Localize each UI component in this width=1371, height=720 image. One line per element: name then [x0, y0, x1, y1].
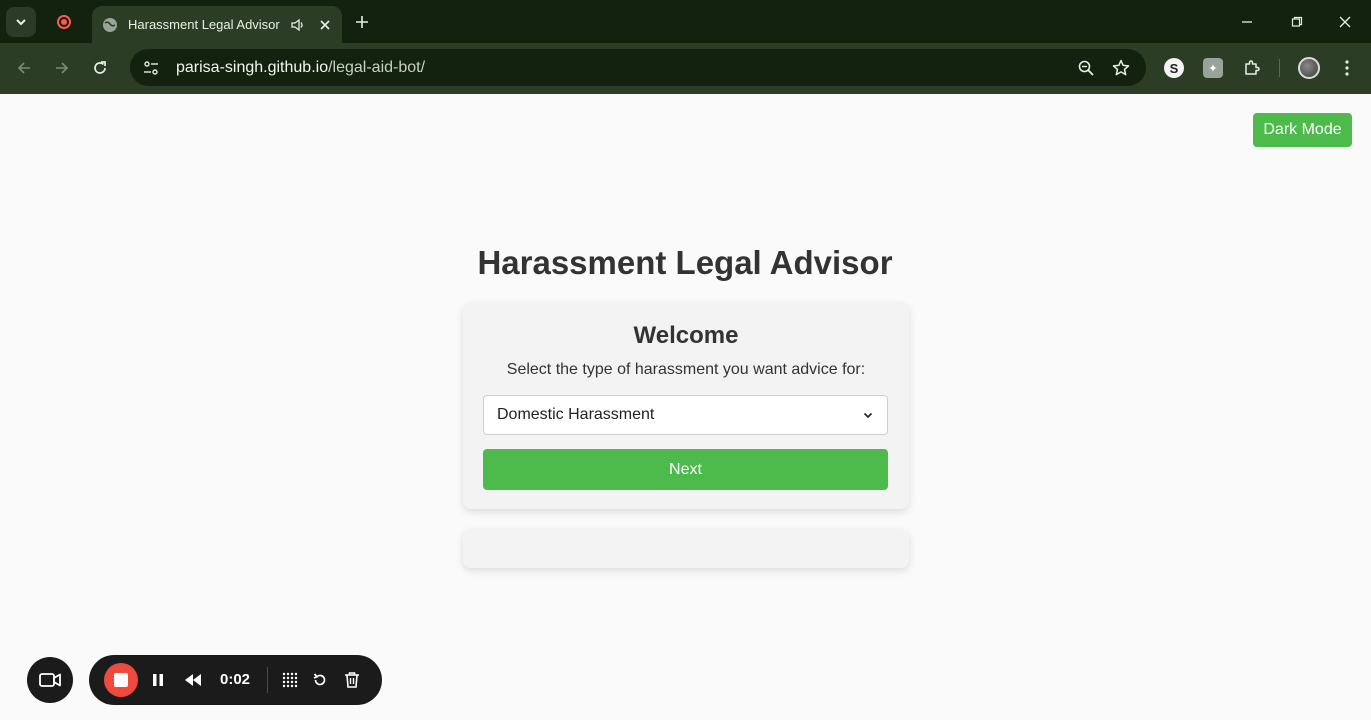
restore-icon: [1291, 16, 1303, 27]
select-value: Domestic Harassment: [497, 406, 655, 423]
arrow-left-icon: [17, 62, 30, 74]
plus-icon: [356, 16, 368, 28]
grid-button[interactable]: [278, 668, 302, 692]
harassment-type-prompt: Select the type of harassment you want a…: [506, 361, 866, 378]
forward-button[interactable]: [47, 53, 77, 83]
extension-s-button[interactable]: S: [1159, 53, 1189, 83]
minimize-icon: [1242, 20, 1252, 23]
new-tab-button[interactable]: [348, 8, 376, 36]
tab-search-button[interactable]: [6, 7, 36, 37]
bookmark-star-icon[interactable]: [1106, 53, 1136, 83]
globe-icon: [103, 17, 117, 32]
extension-s-icon: S: [1164, 58, 1184, 78]
rewind-icon: [185, 674, 201, 686]
rewind-button[interactable]: [181, 668, 205, 692]
page-title: Harassment Legal Advisor: [477, 244, 893, 281]
avatar: [1298, 57, 1320, 79]
recording-timer: 0:02: [220, 671, 251, 688]
recording-controls: 0:02: [89, 655, 382, 705]
minimize-button[interactable]: [1224, 0, 1270, 43]
trash-icon: [345, 672, 359, 688]
profile-button[interactable]: [1294, 53, 1324, 83]
video-camera-icon: [39, 673, 61, 687]
delete-recording-button[interactable]: [340, 668, 364, 692]
active-tab[interactable]: Harassment Legal Advisor: [92, 6, 342, 43]
response-card: [463, 529, 909, 568]
card-heading: Welcome: [633, 322, 739, 349]
url-text: parisa-singh.github.io/legal-aid-bot/: [176, 59, 1066, 77]
close-icon: [1339, 16, 1351, 27]
kebab-menu-icon: [1345, 60, 1349, 76]
url-host: parisa-singh.github.io: [176, 58, 329, 76]
close-window-button[interactable]: [1322, 0, 1368, 43]
pause-icon: [153, 674, 163, 686]
reload-icon: [94, 61, 106, 74]
site-info-icon[interactable]: [140, 57, 162, 79]
pause-button[interactable]: [146, 668, 170, 692]
browser-toolbar: parisa-singh.github.io/legal-aid-bot/ S …: [0, 43, 1371, 94]
next-button[interactable]: Next: [483, 449, 888, 490]
harassment-type-select[interactable]: Domestic Harassment: [483, 395, 888, 435]
restart-icon: [313, 673, 326, 686]
tab-title: Harassment Legal Advisor: [128, 17, 280, 32]
address-bar[interactable]: parisa-singh.github.io/legal-aid-bot/: [130, 49, 1146, 86]
recorder-divider: [267, 667, 268, 693]
stop-recording-button[interactable]: [104, 663, 138, 697]
speaker-icon[interactable]: [290, 17, 306, 33]
reload-button[interactable]: [85, 53, 115, 83]
camera-button[interactable]: [27, 657, 73, 703]
welcome-card: Welcome Select the type of harassment yo…: [463, 302, 909, 509]
dark-mode-button[interactable]: Dark Mode: [1253, 113, 1352, 147]
chevron-down-icon: [16, 19, 26, 26]
arrow-right-icon: [56, 62, 69, 74]
tab-strip: Harassment Legal Advisor: [0, 0, 1371, 43]
url-path: /legal-aid-bot/: [328, 58, 426, 76]
extensions-button[interactable]: [1237, 53, 1267, 83]
extension-k-icon: ✦: [1203, 58, 1223, 78]
extension-k-button[interactable]: ✦: [1198, 53, 1228, 83]
restart-button[interactable]: [308, 668, 332, 692]
back-button[interactable]: [9, 53, 39, 83]
restore-button[interactable]: [1274, 0, 1320, 43]
chevron-down-icon: [863, 412, 873, 419]
puzzle-icon: [1245, 60, 1260, 75]
tab-close-icon[interactable]: [318, 18, 332, 32]
chrome-menu-button[interactable]: [1332, 53, 1362, 83]
recording-tab[interactable]: [50, 8, 78, 36]
dot-grid-icon: [282, 672, 298, 688]
toolbar-divider: [1279, 59, 1280, 77]
zoom-icon[interactable]: [1071, 53, 1101, 83]
record-icon: [57, 15, 71, 29]
